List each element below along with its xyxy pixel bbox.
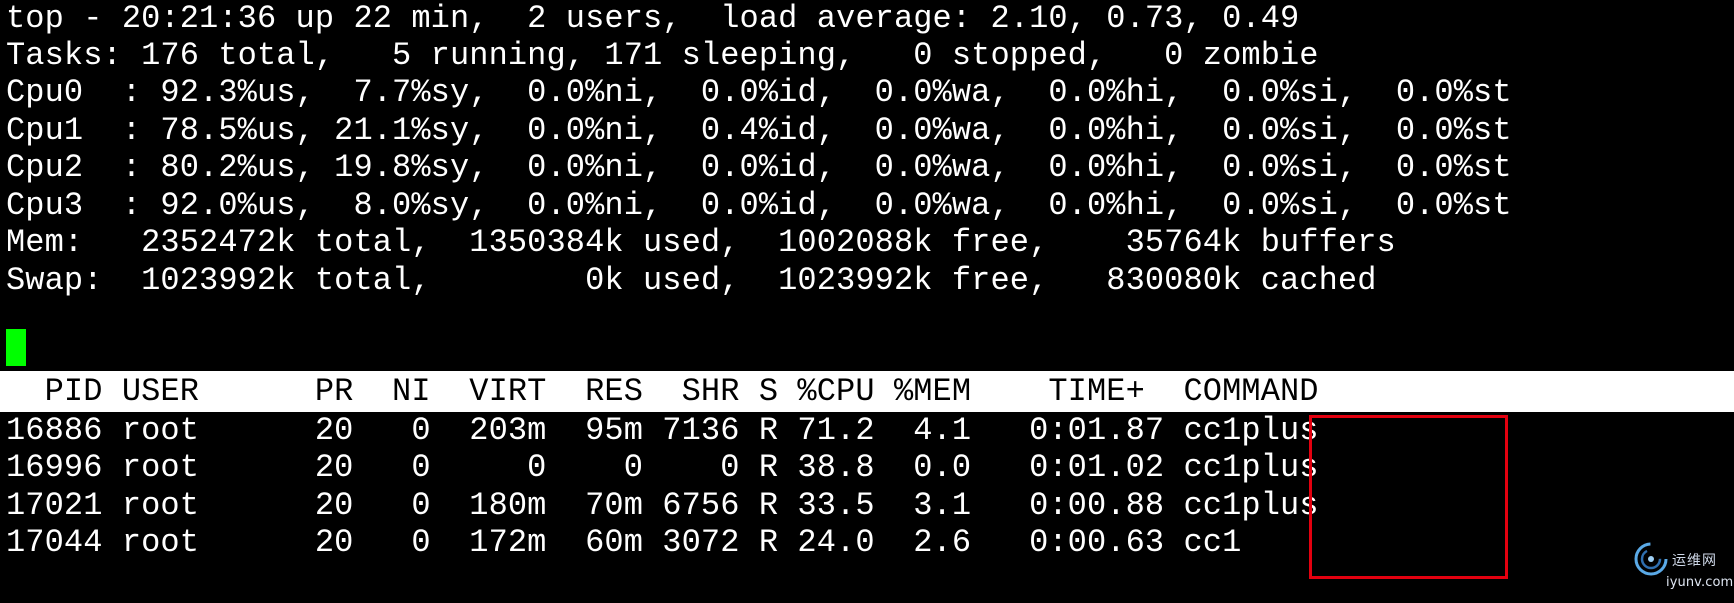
mem-line: Mem: 2352472k total, 1350384k used, 1002… bbox=[6, 224, 1396, 261]
process-table-header-text: PID USER PR NI VIRT RES SHR S %CPU %MEM … bbox=[6, 373, 1319, 410]
cpu3-line: Cpu3 : 92.0%us, 8.0%sy, 0.0%ni, 0.0%id, … bbox=[6, 187, 1512, 224]
cpu2-line: Cpu2 : 80.2%us, 19.8%sy, 0.0%ni, 0.0%id,… bbox=[6, 149, 1512, 186]
cpu1-line: Cpu1 : 78.5%us, 21.1%sy, 0.0%ni, 0.4%id,… bbox=[6, 112, 1512, 149]
watermark-logo-icon bbox=[1634, 542, 1668, 576]
watermark: 运维网 iyunv.com bbox=[1632, 538, 1733, 590]
tasks-line: Tasks: 176 total, 5 running, 171 sleepin… bbox=[6, 37, 1319, 74]
uptime-line: top - 20:21:36 up 22 min, 2 users, load … bbox=[6, 0, 1300, 37]
terminal-window[interactable]: top - 20:21:36 up 22 min, 2 users, load … bbox=[0, 0, 1734, 590]
process-row: 17021 root 20 0 180m 70m 6756 R 33.5 3.1… bbox=[6, 487, 1319, 524]
process-row: 17044 root 20 0 172m 60m 3072 R 24.0 2.6… bbox=[6, 524, 1242, 561]
watermark-url: iyunv.com bbox=[1666, 575, 1734, 590]
terminal-cursor bbox=[6, 329, 26, 366]
process-row: 16996 root 20 0 0 0 0 R 38.8 0.0 0:01.02… bbox=[6, 449, 1319, 486]
process-table-header: PID USER PR NI VIRT RES SHR S %CPU %MEM … bbox=[0, 371, 1734, 412]
cpu0-line: Cpu0 : 92.3%us, 7.7%sy, 0.0%ni, 0.0%id, … bbox=[6, 74, 1512, 111]
process-row: 16886 root 20 0 203m 95m 7136 R 71.2 4.1… bbox=[6, 412, 1319, 449]
command-highlight-box bbox=[1309, 415, 1508, 579]
swap-line: Swap: 1023992k total, 0k used, 1023992k … bbox=[6, 262, 1377, 299]
